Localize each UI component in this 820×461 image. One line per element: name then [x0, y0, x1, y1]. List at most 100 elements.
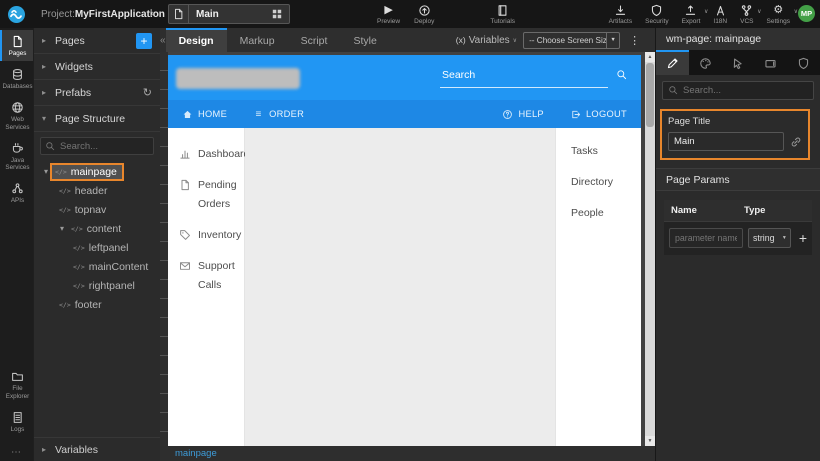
add-page-button[interactable]: +	[136, 33, 152, 49]
page-params-table: Name Type string ▼ +	[664, 200, 812, 255]
more-actions-icon[interactable]: ⋮	[629, 34, 640, 47]
scrollbar-thumb[interactable]	[646, 63, 654, 127]
variables-dropdown[interactable]: (x) Variables ∨	[456, 35, 517, 46]
deploy-icon	[418, 4, 431, 17]
canvas-scrollbar[interactable]: ▲ ▼	[645, 52, 655, 446]
param-name-input[interactable]	[669, 228, 743, 248]
caret-down-icon[interactable]: ▾	[56, 224, 68, 233]
canvas-right-nav-item[interactable]: People	[571, 207, 641, 219]
activity-item-label: Java Services	[3, 157, 32, 171]
section-prefabs[interactable]: ▸ Prefabs ↻	[34, 80, 160, 106]
scroll-up-icon[interactable]: ▲	[645, 52, 655, 62]
properties-tab[interactable]	[754, 50, 787, 75]
tree-node[interactable]: ▾ </> mainpage	[34, 162, 160, 181]
canvas-left-nav-item[interactable]: Pending Orders	[179, 176, 244, 214]
activity-item-label: Logs	[11, 426, 25, 433]
section-page-structure[interactable]: ▾ Page Structure	[34, 106, 160, 132]
nav-item-label: HELP	[518, 109, 544, 119]
caret-down-icon[interactable]: ▾	[40, 167, 52, 176]
canvas-tab[interactable]: Style	[340, 28, 389, 52]
tree-node[interactable]: ▾ </> topnav	[34, 200, 160, 219]
file-explorer-icon	[11, 370, 24, 383]
page-selector[interactable]: Main	[168, 4, 290, 24]
left-nav-label: Inventory	[198, 226, 244, 245]
page-title-label: Page Title	[668, 116, 802, 127]
activity-item[interactable]: APIs	[0, 177, 33, 208]
canvas-nav-item[interactable]: HELP	[502, 109, 544, 120]
user-avatar[interactable]: MP	[798, 5, 815, 22]
topbar-action[interactable]: Security ∨	[645, 4, 668, 25]
events-tab-icon	[731, 57, 744, 70]
canvas-nav-item[interactable]: ≡ ORDER	[253, 109, 304, 120]
properties-tab[interactable]	[689, 50, 722, 75]
scroll-down-icon[interactable]: ▼	[645, 436, 655, 446]
activity-item[interactable]: File Explorer	[0, 365, 33, 403]
section-widgets[interactable]: ▸ Widgets	[34, 54, 160, 80]
topbar-action[interactable]: I18N ∨	[713, 4, 727, 25]
tree-node-label: mainContent	[89, 261, 149, 273]
design-canvas[interactable]: Search HOME ≡ ORDER	[168, 55, 641, 446]
section-label: Page Structure	[55, 113, 125, 125]
tree-node-label: content	[87, 223, 121, 235]
search-icon[interactable]	[616, 69, 627, 80]
more-options-icon[interactable]: ⋯	[0, 447, 33, 458]
home-icon	[182, 109, 193, 120]
activity-item[interactable]: Web Services	[0, 96, 33, 134]
properties-search	[662, 81, 814, 100]
canvas-main-content[interactable]	[245, 128, 555, 446]
canvas-logo-placeholder[interactable]	[176, 68, 300, 89]
refresh-icon[interactable]: ↻	[143, 86, 152, 99]
canvas-app-header[interactable]: Search	[168, 55, 641, 100]
activity-item[interactable]: Pages	[0, 30, 33, 61]
param-type-select[interactable]: string ▼	[748, 228, 791, 248]
topbar-action[interactable]: VCS ∨	[740, 4, 753, 25]
tree-node[interactable]: ▾ </> header	[34, 181, 160, 200]
canvas-nav-item[interactable]: LOGOUT	[570, 109, 627, 120]
app-logo[interactable]	[0, 0, 33, 28]
screen-size-select[interactable]: -- Choose Screen Size -- ▼	[523, 32, 620, 49]
section-variables[interactable]: ▸ Variables	[34, 437, 160, 461]
activity-item[interactable]: Logs	[0, 406, 33, 437]
properties-tab[interactable]	[656, 50, 689, 75]
add-param-button[interactable]: +	[799, 231, 807, 245]
canvas-nav-item[interactable]: HOME	[182, 109, 227, 120]
activity-item[interactable]: Java Services	[0, 137, 33, 175]
action-label: Artifacts	[609, 18, 632, 25]
topbar-action[interactable]: Tutorials ∨	[490, 4, 515, 25]
tree-node[interactable]: ▾ </> mainContent	[34, 257, 160, 276]
canvas-left-nav-item[interactable]: Inventory	[179, 226, 244, 245]
properties-tab[interactable]	[787, 50, 820, 75]
topbar-action[interactable]: ⚙ Settings ∨	[767, 4, 791, 25]
canvas-tab[interactable]: Script	[288, 28, 341, 52]
action-label: VCS	[740, 18, 753, 25]
structure-search-input[interactable]	[40, 137, 154, 155]
tree-node[interactable]: ▾ </> leftpanel	[34, 238, 160, 257]
bind-link-icon[interactable]	[790, 136, 802, 148]
canvas-tab[interactable]: Markup	[227, 28, 288, 52]
tree-node[interactable]: ▾ </> footer	[34, 295, 160, 314]
topbar-action[interactable]: Export ∨	[682, 4, 701, 25]
topbar-action[interactable]: Artifacts ∨	[609, 4, 632, 25]
properties-tabs	[656, 50, 820, 75]
activity-item-label: Web Services	[3, 116, 32, 130]
order-icon: ≡	[253, 109, 264, 120]
tree-node-label: mainpage	[71, 166, 117, 178]
canvas-right-nav-item[interactable]: Directory	[571, 176, 641, 188]
canvas-tab[interactable]: Design	[166, 28, 227, 52]
pages-grid-icon[interactable]	[270, 7, 284, 21]
canvas-right-nav-item[interactable]: Tasks	[571, 145, 641, 157]
properties-search-input[interactable]	[662, 81, 814, 100]
canvas-search-input[interactable]: Search	[440, 67, 608, 88]
canvas-left-nav-item[interactable]: Support Calls	[179, 257, 244, 295]
breadcrumb[interactable]: mainpage	[175, 448, 217, 459]
topbar-action[interactable]: Deploy ∨	[414, 4, 434, 25]
section-pages[interactable]: ▸ Pages +	[34, 28, 160, 54]
topbar-action[interactable]: ▶ Preview ∨	[377, 4, 400, 25]
canvas-left-nav-item[interactable]: Dashboard	[179, 145, 244, 164]
activity-item[interactable]: Databases	[0, 63, 33, 94]
properties-tab[interactable]	[722, 50, 755, 75]
tree-node[interactable]: ▾ </> rightpanel	[34, 276, 160, 295]
tree-node[interactable]: ▾ </> content	[34, 219, 160, 238]
left-nav-label: Support Calls	[198, 257, 244, 295]
page-title-input[interactable]	[668, 132, 784, 151]
